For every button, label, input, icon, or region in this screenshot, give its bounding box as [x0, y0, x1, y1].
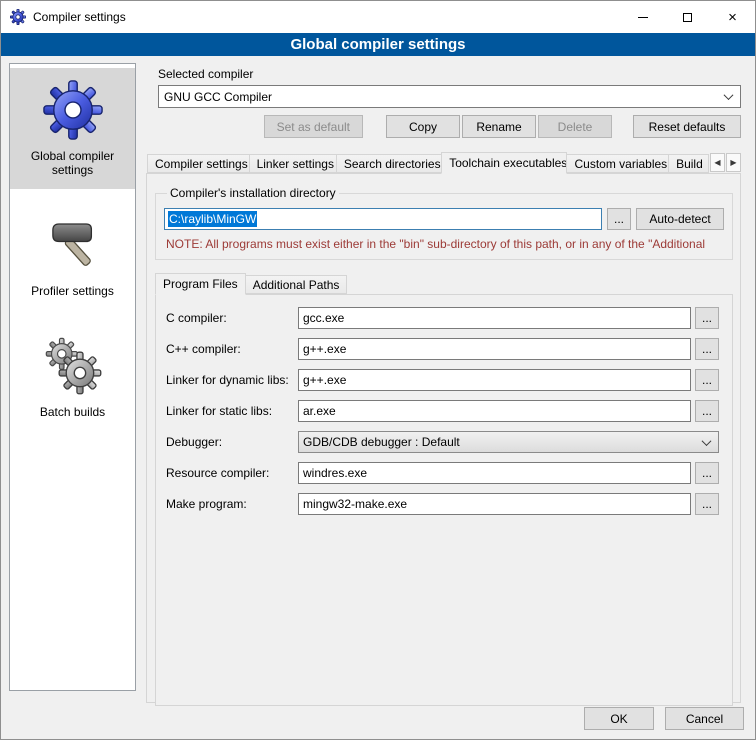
- field-label: C++ compiler:: [166, 342, 298, 356]
- gray-gears-icon: [41, 334, 105, 398]
- selected-compiler-value: GNU GCC Compiler: [164, 90, 272, 104]
- note-text: NOTE: All programs must exist either in …: [166, 237, 724, 251]
- browse-button[interactable]: ...: [695, 369, 719, 391]
- sub-tab-bar: Program Files Additional Paths: [155, 273, 733, 294]
- selected-compiler-label: Selected compiler: [158, 67, 741, 82]
- dialog-body: Global compiler settings Profiler settin…: [1, 56, 755, 739]
- c-compiler-input[interactable]: gcc.exe: [298, 307, 691, 329]
- browse-button[interactable]: ...: [695, 400, 719, 422]
- browse-button[interactable]: ...: [695, 338, 719, 360]
- sidebar-item-label: Batch builds: [40, 405, 105, 419]
- chevron-down-icon: [724, 90, 734, 100]
- toolchain-executables-panel: Compiler's installation directory C:\ray…: [146, 173, 741, 703]
- field-label: Debugger:: [166, 435, 298, 449]
- field-row-linker-dynamic: Linker for dynamic libs: g++.exe ...: [166, 369, 719, 391]
- sidebar-item-profiler-settings[interactable]: Profiler settings: [10, 203, 135, 310]
- maximize-button[interactable]: [665, 1, 710, 33]
- field-label: Linker for dynamic libs:: [166, 373, 298, 387]
- sidebar-item-batch-builds[interactable]: Batch builds: [10, 324, 135, 431]
- chevron-down-icon: [702, 436, 712, 446]
- window-title: Compiler settings: [33, 10, 126, 24]
- footer-buttons: OK Cancel: [584, 707, 744, 730]
- hammer-icon: [41, 213, 105, 277]
- compiler-settings-window: Compiler settings × Global compiler sett…: [0, 0, 756, 740]
- rename-button[interactable]: Rename: [462, 115, 536, 138]
- app-icon: [9, 8, 27, 26]
- cpp-compiler-input[interactable]: g++.exe: [298, 338, 691, 360]
- debugger-select[interactable]: GDB/CDB debugger : Default: [298, 431, 719, 453]
- sidebar-item-label: Profiler settings: [31, 284, 114, 298]
- tab-linker-settings[interactable]: Linker settings: [249, 154, 337, 173]
- minimize-icon: [638, 17, 648, 18]
- linker-dynamic-input[interactable]: g++.exe: [298, 369, 691, 391]
- installation-directory-row: C:\raylib\MinGW ... Auto-detect: [164, 208, 724, 230]
- tab-additional-paths[interactable]: Additional Paths: [245, 275, 348, 294]
- resource-compiler-input[interactable]: windres.exe: [298, 462, 691, 484]
- selected-text: C:\raylib\MinGW: [168, 211, 257, 227]
- sidebar-item-global-compiler-settings[interactable]: Global compiler settings: [10, 68, 135, 189]
- field-label: C compiler:: [166, 311, 298, 325]
- linker-static-input[interactable]: ar.exe: [298, 400, 691, 422]
- browse-button[interactable]: ...: [695, 307, 719, 329]
- field-row-c-compiler: C compiler: gcc.exe ...: [166, 307, 719, 329]
- cancel-button[interactable]: Cancel: [665, 707, 744, 730]
- close-icon: ×: [728, 10, 737, 25]
- left-arrow-icon: ◀: [714, 158, 720, 167]
- titlebar: Compiler settings ×: [1, 1, 755, 33]
- installation-directory-input[interactable]: C:\raylib\MinGW: [164, 208, 602, 230]
- tab-custom-variables[interactable]: Custom variables: [566, 154, 669, 173]
- field-row-make-program: Make program: mingw32-make.exe ...: [166, 493, 719, 515]
- browse-button[interactable]: ...: [695, 462, 719, 484]
- tab-program-files[interactable]: Program Files: [155, 273, 246, 295]
- tab-compiler-settings[interactable]: Compiler settings: [147, 154, 250, 173]
- ok-button[interactable]: OK: [584, 707, 654, 730]
- installation-directory-title: Compiler's installation directory: [167, 186, 339, 200]
- sidebar-item-label: Global compiler settings: [13, 149, 132, 177]
- tab-build[interactable]: Build: [668, 154, 709, 173]
- tab-scroll-left-button[interactable]: ◀: [710, 153, 725, 172]
- field-label: Linker for static libs:: [166, 404, 298, 418]
- field-row-resource-compiler: Resource compiler: windres.exe ...: [166, 462, 719, 484]
- browse-directory-button[interactable]: ...: [607, 208, 631, 230]
- reset-defaults-button[interactable]: Reset defaults: [633, 115, 741, 138]
- debugger-value: GDB/CDB debugger : Default: [303, 435, 460, 449]
- delete-button: Delete: [538, 115, 612, 138]
- field-row-cpp-compiler: C++ compiler: g++.exe ...: [166, 338, 719, 360]
- copy-button[interactable]: Copy: [386, 115, 460, 138]
- set-as-default-button: Set as default: [264, 115, 363, 138]
- tab-bar: Compiler settings Linker settings Search…: [147, 151, 741, 173]
- tab-scroll-right-button[interactable]: ▶: [726, 153, 741, 172]
- program-files-panel: C compiler: gcc.exe ... C++ compiler: g+…: [155, 294, 733, 706]
- field-row-linker-static: Linker for static libs: ar.exe ...: [166, 400, 719, 422]
- compiler-button-row: Set as default Copy Rename Delete Reset …: [158, 115, 741, 138]
- tab-search-directories[interactable]: Search directories: [336, 154, 442, 173]
- selected-compiler-dropdown[interactable]: GNU GCC Compiler: [158, 85, 741, 108]
- sidebar: Global compiler settings Profiler settin…: [9, 63, 136, 691]
- make-program-input[interactable]: mingw32-make.exe: [298, 493, 691, 515]
- blue-gear-icon: [41, 78, 105, 142]
- window-controls: ×: [620, 1, 755, 33]
- main-panel: Selected compiler GNU GCC Compiler Set a…: [146, 63, 747, 739]
- tab-toolchain-executables[interactable]: Toolchain executables: [441, 152, 567, 174]
- minimize-button[interactable]: [620, 1, 665, 33]
- field-label: Resource compiler:: [166, 466, 298, 480]
- field-row-debugger: Debugger: GDB/CDB debugger : Default: [166, 431, 719, 453]
- close-button[interactable]: ×: [710, 1, 755, 33]
- auto-detect-button[interactable]: Auto-detect: [636, 208, 724, 230]
- browse-button[interactable]: ...: [695, 493, 719, 515]
- field-label: Make program:: [166, 497, 298, 511]
- maximize-icon: [683, 13, 692, 22]
- dialog-header: Global compiler settings: [1, 33, 755, 56]
- tab-scroll-buttons: ◀ ▶: [710, 153, 741, 172]
- installation-directory-group: Compiler's installation directory C:\ray…: [155, 186, 733, 260]
- right-arrow-icon: ▶: [730, 158, 736, 167]
